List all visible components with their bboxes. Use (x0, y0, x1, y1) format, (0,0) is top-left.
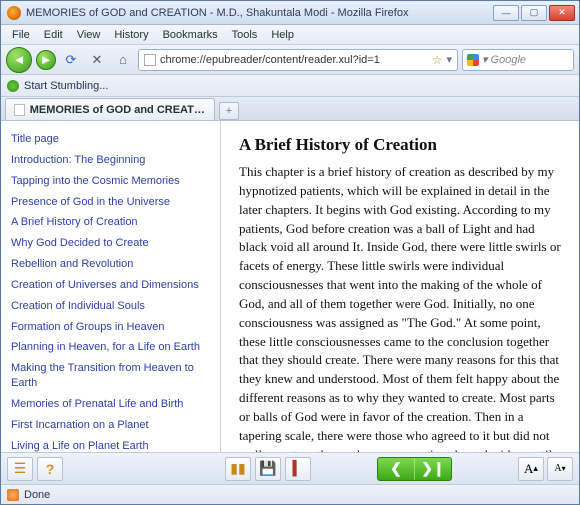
library-button[interactable]: ▮▮ (225, 457, 251, 481)
search-placeholder: Google (491, 54, 526, 66)
toc-item[interactable]: Memories of Prenatal Life and Birth (11, 394, 210, 415)
toc-item[interactable]: Planning in Heaven, for a Life on Earth (11, 337, 210, 358)
font-decrease-button[interactable]: A▾ (547, 457, 573, 481)
toc-item[interactable]: A Brief History of Creation (11, 212, 210, 233)
tab-page-icon (14, 104, 25, 116)
menu-bookmarks[interactable]: Bookmarks (156, 27, 225, 43)
reload-button[interactable]: ⟳ (60, 49, 82, 71)
toc-item[interactable]: Why God Decided to Create (11, 233, 210, 254)
menu-history[interactable]: History (107, 27, 155, 43)
nav-toolbar: ◄ ► ⟳ ✕ ⌂ chrome://epubreader/content/re… (1, 45, 579, 75)
menu-bar: File Edit View History Bookmarks Tools H… (1, 25, 579, 45)
next-page-button[interactable]: ❯❙ (415, 460, 451, 477)
browser-tab[interactable]: MEMORIES of GOD and CREATION - ... (5, 98, 215, 120)
bookmark-button[interactable]: ▍ (285, 457, 311, 481)
toc-item[interactable]: Rebellion and Revolution (11, 254, 210, 275)
font-increase-button[interactable]: A▴ (518, 457, 544, 481)
search-box[interactable]: ▾ Google (462, 49, 574, 71)
chapter-body: This chapter is a brief history of creat… (239, 163, 561, 452)
forward-button[interactable]: ► (36, 50, 56, 70)
bookmark-star-icon[interactable]: ☆ (432, 53, 443, 67)
address-bar[interactable]: chrome://epubreader/content/reader.xul?i… (138, 49, 458, 71)
minimize-button[interactable]: — (493, 5, 519, 21)
toc-item[interactable]: Presence of God in the Universe (11, 192, 210, 213)
help-button[interactable]: ? (37, 457, 63, 481)
table-of-contents[interactable]: Title page Introduction: The Beginning T… (1, 121, 221, 452)
home-button[interactable]: ⌂ (112, 49, 134, 71)
toc-item[interactable]: Formation of Groups in Heaven (11, 317, 210, 338)
menu-view[interactable]: View (70, 27, 108, 43)
url-dropdown-icon[interactable]: ▾ (446, 53, 452, 66)
status-icon (7, 489, 19, 501)
menu-tools[interactable]: Tools (225, 27, 265, 43)
stumble-toolbar: Start Stumbling... (1, 75, 579, 97)
tab-label: MEMORIES of GOD and CREATION - ... (30, 104, 206, 116)
close-button[interactable]: ✕ (549, 5, 575, 21)
menu-file[interactable]: File (5, 27, 37, 43)
page-nav: ❮ ❯❙ (377, 457, 452, 481)
toc-item[interactable]: Creation of Individual Souls (11, 296, 210, 317)
toc-item[interactable]: First Incarnation on a Planet (11, 415, 210, 436)
stumble-icon (7, 80, 19, 92)
url-text: chrome://epubreader/content/reader.xul?i… (160, 54, 380, 66)
page-icon (144, 54, 156, 66)
back-button[interactable]: ◄ (6, 47, 32, 73)
save-button[interactable]: 💾 (255, 457, 281, 481)
menu-help[interactable]: Help (264, 27, 301, 43)
status-bar: Done (1, 484, 579, 504)
toc-item[interactable]: Tapping into the Cosmic Memories (11, 171, 210, 192)
new-tab-button[interactable]: + (219, 102, 239, 120)
firefox-icon (7, 6, 21, 20)
toc-item[interactable]: Title page (11, 129, 210, 150)
stop-button[interactable]: ✕ (86, 49, 108, 71)
maximize-button[interactable]: ▢ (521, 5, 547, 21)
menu-edit[interactable]: Edit (37, 27, 70, 43)
toc-item[interactable]: Introduction: The Beginning (11, 150, 210, 171)
toc-item[interactable]: Creation of Universes and Dimensions (11, 275, 210, 296)
reader-toolbar: ☰ ? ▮▮ 💾 ▍ ❮ ❯❙ A▴ A▾ (1, 452, 579, 484)
status-text: Done (24, 489, 50, 501)
toc-item[interactable]: Living a Life on Planet Earth (11, 436, 210, 452)
window-titlebar: MEMORIES of GOD and CREATION - M.D., Sha… (1, 1, 579, 25)
stumble-label[interactable]: Start Stumbling... (24, 80, 108, 92)
tab-strip: MEMORIES of GOD and CREATION - ... + (1, 97, 579, 121)
prev-page-button[interactable]: ❮ (378, 460, 414, 477)
google-icon (467, 54, 479, 66)
content-area: Title page Introduction: The Beginning T… (1, 121, 579, 452)
toc-item[interactable]: Making the Transition from Heaven to Ear… (11, 358, 210, 394)
chapter-title: A Brief History of Creation (239, 135, 561, 155)
window-title: MEMORIES of GOD and CREATION - M.D., Sha… (26, 7, 491, 19)
toc-toggle-button[interactable]: ☰ (7, 457, 33, 481)
reader-pane[interactable]: A Brief History of Creation This chapter… (221, 121, 579, 452)
search-dropdown-icon[interactable]: ▾ (482, 53, 488, 66)
